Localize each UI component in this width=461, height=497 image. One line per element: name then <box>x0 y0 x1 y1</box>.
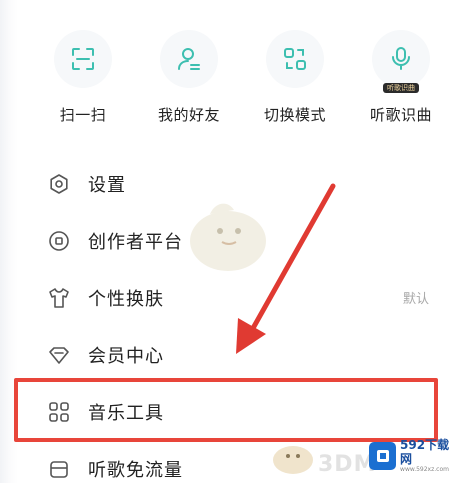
site-logo: 592下载网 www.592xz.com <box>369 436 459 476</box>
drawer-panel: 扫一扫 我的好友 切换模式 听歌识曲 听歌识曲 设置 创作者平台 个性换肤 默认… <box>0 0 461 483</box>
pointer-arrow-icon <box>236 183 336 354</box>
logo-main-text: 592下载网 <box>400 438 450 466</box>
logo-box-icon <box>369 442 397 470</box>
chick-watermark-icon <box>273 446 313 474</box>
watermark-3dm: 3DM <box>318 452 377 477</box>
logo-sub-text: www.592xz.com <box>400 466 449 473</box>
